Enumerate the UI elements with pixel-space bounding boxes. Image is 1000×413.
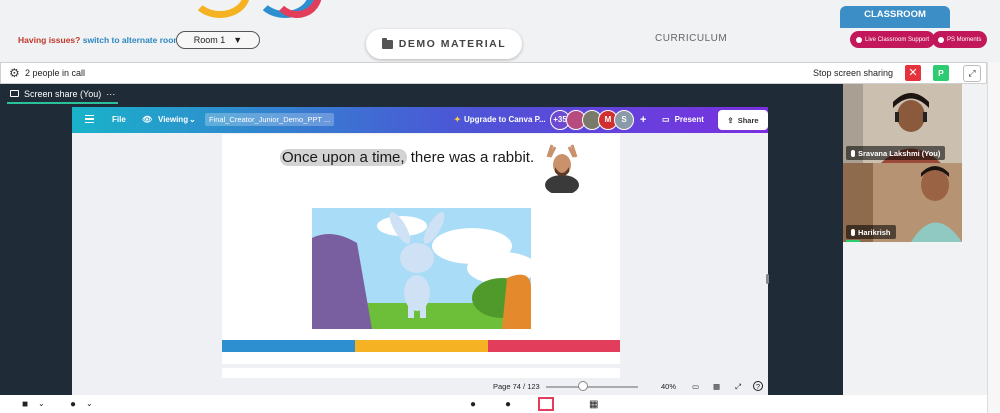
slide: Once upon a time, there was a rabbit. [222, 134, 620, 364]
more-options-icon[interactable]: ··· [106, 89, 115, 99]
camera-icon [938, 36, 944, 43]
demo-material-label: DEMO MATERIAL [398, 38, 507, 50]
presenter-badge[interactable]: P [933, 65, 949, 81]
next-slide-preview [222, 368, 620, 378]
logo-arc-yellow [190, 0, 250, 18]
ps-moments-label: PS Moments [947, 36, 982, 43]
slide-text-rest: there was a rabbit. [406, 149, 535, 166]
curriculum-tab[interactable]: CURRICULUM [655, 33, 727, 44]
participant-name: Sravana Lakshmi (You) [858, 148, 941, 158]
grid-view-icon[interactable]: ▦ [713, 382, 720, 391]
app-root: Having issues? switch to alternate room … [0, 0, 1000, 413]
people-count: 2 people in call [25, 68, 86, 78]
eye-icon: 👁 [142, 115, 153, 124]
canva-window: File 👁 Viewing ⌄ Final_Creator_Junior_De… [72, 107, 768, 395]
stop-sharing-button[interactable]: ✕ [905, 65, 921, 81]
screen-share-tab[interactable]: Screen share (You) ··· [7, 85, 119, 104]
zoom-level: 40% [661, 382, 677, 391]
grid-icon[interactable]: ▦ [589, 399, 598, 410]
avatar-s: S [614, 110, 634, 130]
present-button[interactable]: ▭ Present [662, 115, 704, 124]
issues-notice: Having issues? switch to alternate room [18, 35, 181, 45]
chevron-down-icon: ⌄ [189, 115, 196, 124]
alternate-room-link[interactable]: switch to alternate room [83, 35, 181, 45]
chevron-down-icon[interactable]: ⌄ [86, 399, 93, 408]
upgrade-button[interactable]: Upgrade to Canva P... [464, 115, 546, 124]
video-tile-self: Sravana Lakshmi (You) [843, 84, 962, 163]
folder-icon [381, 37, 393, 49]
rabbit-cartoon-image [312, 208, 531, 329]
speaking-indicator [846, 240, 860, 242]
zoom-slider[interactable] [546, 386, 638, 388]
star-icon: ✦ [454, 115, 461, 124]
gear-icon[interactable]: ⚙ [9, 67, 20, 79]
camera-toggle-icon[interactable]: ■ [22, 399, 28, 410]
scrollbar[interactable] [987, 62, 1000, 413]
screen-share-area: Screen share (You) ··· File 👁 Viewing ⌄ … [0, 84, 843, 395]
chat-icon[interactable]: ● [505, 399, 511, 410]
highlighted-text: Once upon a time, [280, 149, 407, 166]
present-label: Present [674, 115, 704, 124]
monitor-icon [10, 90, 19, 97]
file-menu[interactable]: File [112, 115, 126, 124]
slide-text: Once upon a time, there was a rabbit. [280, 149, 534, 166]
share-label: Share [737, 115, 759, 125]
page-indicator: Page 74 / 123 [493, 382, 540, 391]
screen-share-label: Screen share (You) [24, 88, 102, 99]
canva-footer: Page 74 / 123 40% ▭ ▦ ⤢ ? [72, 378, 768, 395]
menu-icon[interactable] [85, 115, 94, 123]
viewing-menu[interactable]: Viewing [158, 115, 188, 124]
video-tile-remote: Harikrish [843, 163, 962, 242]
expand-icon[interactable]: ⤢ [963, 65, 981, 82]
stripe-blue [222, 340, 355, 352]
demo-material-button[interactable]: DEMO MATERIAL [366, 29, 522, 59]
call-bar: ⚙ 2 people in call Stop screen sharing ✕… [0, 62, 987, 84]
share-button[interactable]: ⇪ Share [718, 110, 768, 130]
mic-icon [851, 149, 855, 157]
ps-moments-button[interactable]: PS Moments [932, 31, 988, 48]
help-icon[interactable]: ? [753, 381, 763, 391]
stripe-yellow [355, 340, 488, 352]
screen-share-toggle-icon[interactable] [538, 397, 554, 411]
live-support-button[interactable]: Live Classroom Support [850, 31, 936, 48]
top-bar: Having issues? switch to alternate room … [0, 0, 1000, 62]
person-icon[interactable]: ● [470, 399, 476, 410]
participant-name: Harikrish [858, 227, 891, 237]
upload-icon: ⇪ [727, 115, 734, 125]
support-icon [856, 36, 862, 43]
add-collaborator-icon[interactable]: + [640, 110, 646, 130]
bunny-ears-man-image [540, 141, 584, 193]
live-support-label: Live Classroom Support [865, 36, 930, 43]
resize-handle[interactable] [766, 274, 769, 284]
microphone-icon[interactable]: ● [70, 399, 76, 410]
side-strip [962, 84, 987, 395]
bottom-toolbar: ■ ⌄ ● ⌄ ● ● ▦ [0, 395, 987, 413]
collaborator-avatars[interactable]: +35 M S + [550, 110, 646, 130]
stop-sharing-label: Stop screen sharing [813, 68, 894, 78]
canva-toolbar: File 👁 Viewing ⌄ Final_Creator_Junior_De… [72, 107, 768, 133]
chevron-down-icon[interactable]: ⌄ [38, 399, 45, 408]
participant-label: Harikrish [846, 225, 896, 239]
participant-label: Sravana Lakshmi (You) [846, 146, 946, 160]
stripe-red [488, 340, 620, 352]
file-name[interactable]: Final_Creator_Junior_Demo_PPT ... [205, 113, 335, 126]
room-select-value: Room 1 [193, 35, 226, 45]
mic-icon [851, 228, 855, 236]
room-select[interactable]: Room 1 ▼ [176, 31, 260, 49]
fullscreen-icon[interactable]: ⤢ [735, 382, 741, 392]
notes-icon[interactable]: ▭ [692, 382, 699, 391]
chevron-down-icon: ▼ [233, 35, 243, 45]
issues-text: Having issues? [18, 35, 81, 45]
classroom-tab[interactable]: CLASSROOM [840, 6, 950, 28]
zoom-slider-handle[interactable] [577, 381, 588, 391]
present-icon: ▭ [662, 115, 670, 124]
